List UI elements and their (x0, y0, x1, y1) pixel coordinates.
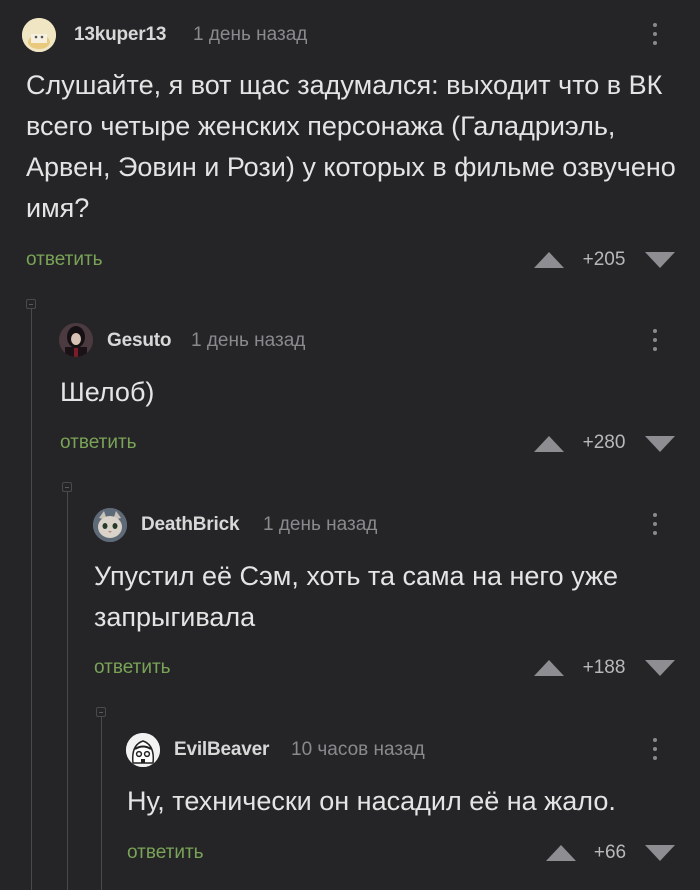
downvote-icon[interactable] (644, 844, 676, 862)
avatar-image (126, 733, 160, 767)
timestamp: 1 день назад (263, 514, 378, 535)
upvote-icon[interactable] (545, 844, 577, 862)
thread-line-3 (101, 717, 102, 890)
downvote-icon[interactable] (644, 251, 676, 269)
avatar[interactable] (126, 733, 160, 767)
reply-button[interactable]: ответить (26, 249, 103, 271)
avatar[interactable] (59, 323, 93, 357)
username[interactable]: EvilBeaver (174, 739, 269, 761)
avatar[interactable] (93, 508, 127, 542)
username[interactable]: DeathBrick (141, 514, 240, 536)
reply-button[interactable]: ответить (127, 842, 204, 864)
more-menu-icon[interactable] (650, 328, 660, 354)
avatar-image (22, 18, 56, 52)
downvote-icon[interactable] (644, 435, 676, 453)
avatar[interactable] (22, 18, 56, 52)
more-menu-icon[interactable] (650, 737, 660, 763)
rating-count: +280 (582, 432, 626, 453)
timestamp: 10 часов назад (291, 739, 425, 760)
comment-text: Слушайте, я вот щас задумался: выходит ч… (26, 70, 676, 223)
rating-count: +66 (593, 842, 627, 863)
username[interactable]: 13kuper13 (74, 24, 166, 46)
downvote-icon[interactable] (644, 659, 676, 677)
timestamp: 1 день назад (193, 24, 308, 45)
reply-button[interactable]: ответить (60, 432, 137, 454)
reply-button[interactable]: ответить (94, 657, 171, 679)
avatar-image (59, 323, 93, 357)
comment-text: Ну, технически он насадил её на жало. (127, 786, 616, 816)
thread-line-2 (67, 492, 68, 890)
upvote-icon[interactable] (533, 435, 565, 453)
collapse-toggle-2[interactable] (62, 482, 72, 492)
more-menu-icon[interactable] (650, 22, 660, 48)
upvote-icon[interactable] (533, 659, 565, 677)
upvote-icon[interactable] (533, 251, 565, 269)
thread-line-1 (31, 309, 32, 890)
collapse-toggle-3[interactable] (96, 707, 106, 717)
comment-text: Упустил её Сэм, хоть та сама на него уже… (94, 561, 619, 632)
rating-count: +205 (582, 249, 626, 270)
more-menu-icon[interactable] (650, 512, 660, 538)
collapse-toggle-1[interactable] (26, 299, 36, 309)
avatar-image (93, 508, 127, 542)
comment-text: Шелоб) (60, 377, 155, 407)
rating-count: +188 (582, 657, 626, 678)
username[interactable]: Gesuto (107, 330, 171, 352)
timestamp: 1 день назад (191, 330, 306, 351)
